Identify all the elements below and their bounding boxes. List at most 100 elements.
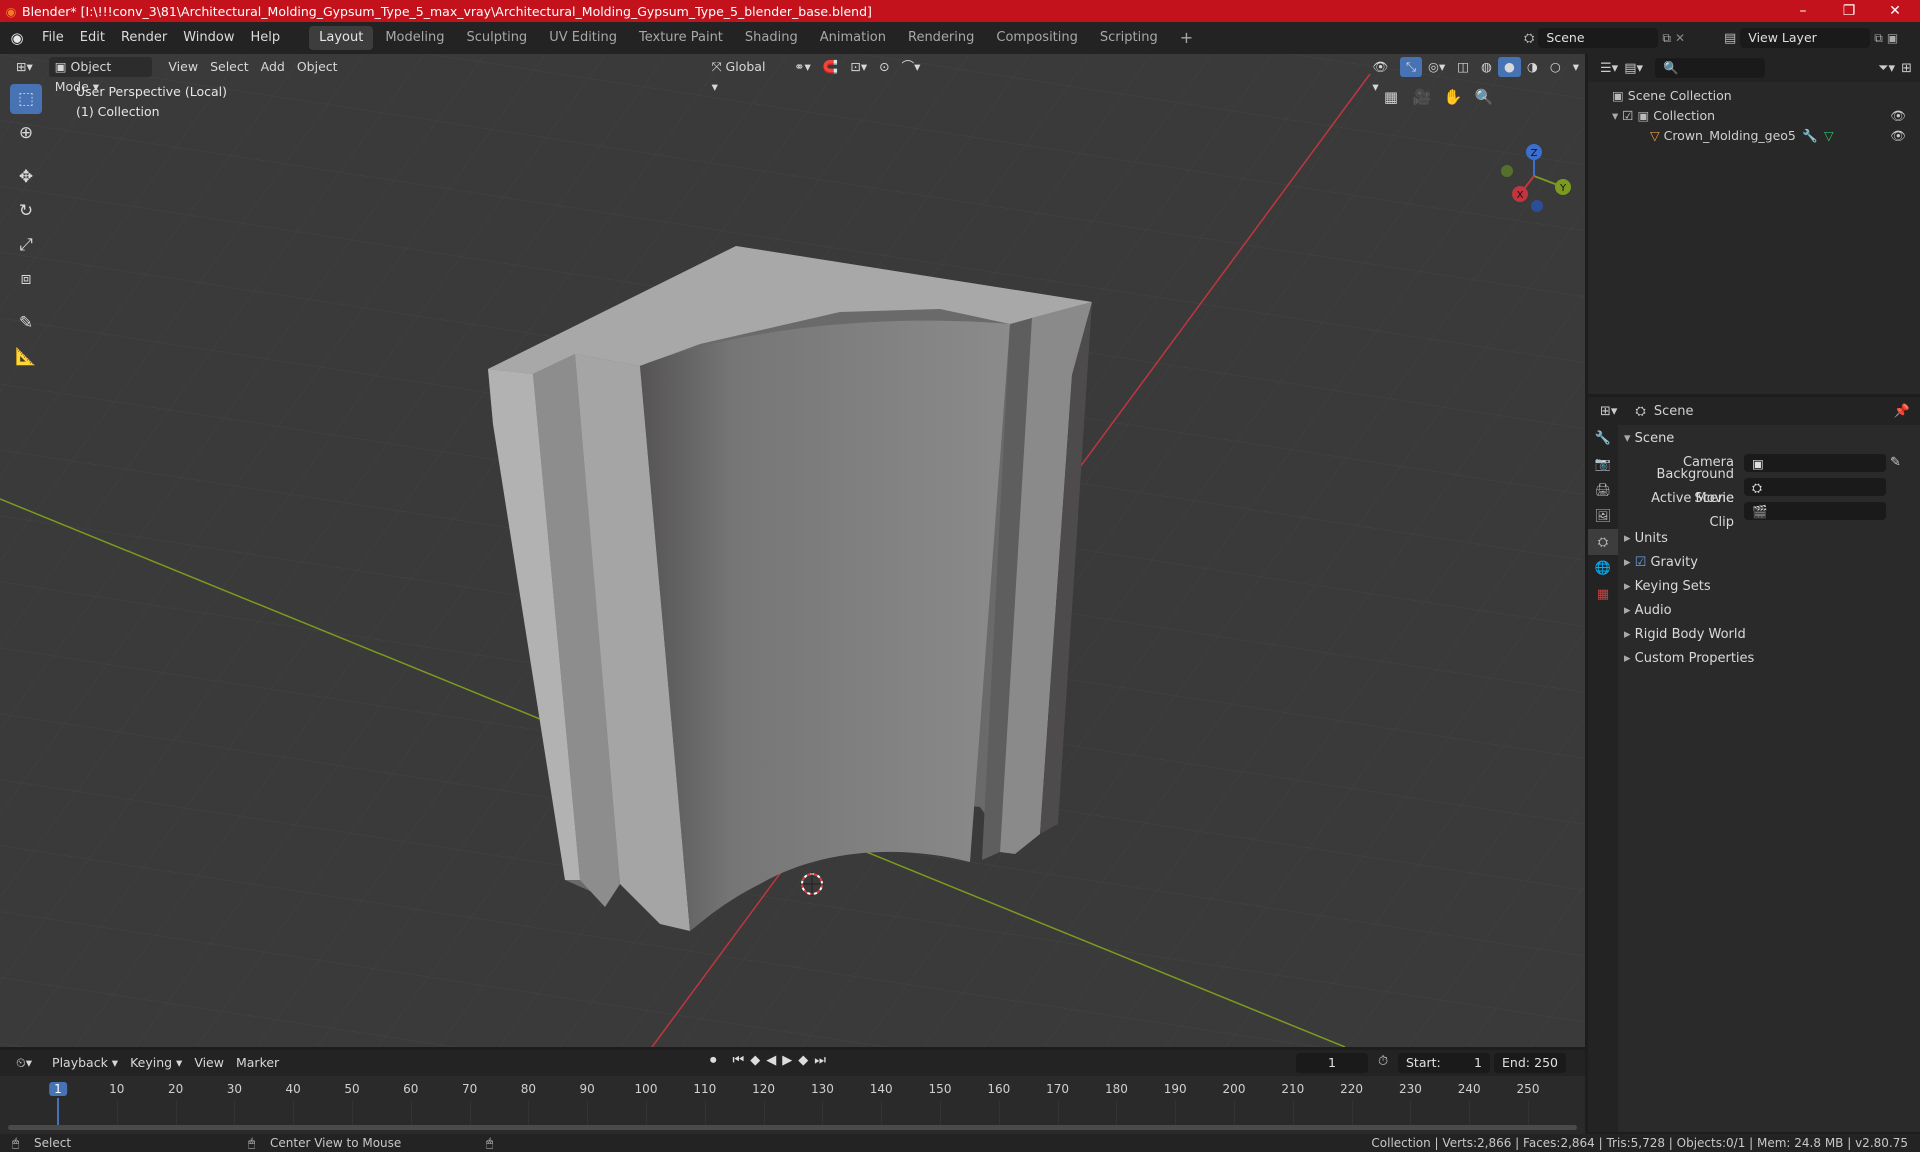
pivot-point-icon[interactable]: ⚭▾: [788, 57, 817, 77]
eyedropper-icon[interactable]: ✎: [1890, 451, 1901, 475]
section-rigid-body-world[interactable]: ▸ Rigid Body World: [1624, 623, 1914, 647]
xray-icon[interactable]: ◫: [1451, 57, 1475, 77]
section-keying-sets[interactable]: ▸ Keying Sets: [1624, 575, 1914, 599]
tool-tab-icon[interactable]: 🔧: [1588, 425, 1618, 451]
gravity-checkbox[interactable]: ☑: [1635, 555, 1651, 570]
menu-view[interactable]: View: [162, 57, 204, 77]
timeline-scrollbar[interactable]: [8, 1125, 1577, 1130]
menu-file[interactable]: File: [34, 22, 72, 54]
background-scene-field[interactable]: ⛭: [1744, 478, 1886, 496]
shading-options-icon[interactable]: ▾: [1567, 57, 1585, 77]
collection-checkbox[interactable]: ☑: [1622, 108, 1637, 123]
view-layer-tab-icon[interactable]: 🖼: [1588, 503, 1618, 529]
delete-scene-icon[interactable]: ✕: [1675, 31, 1685, 45]
record-icon[interactable]: ⏺: [710, 1053, 717, 1068]
transform-tool-icon[interactable]: ⧈: [10, 264, 42, 294]
snap-icon[interactable]: 🧲: [817, 57, 845, 77]
close-button[interactable]: ✕: [1872, 0, 1918, 22]
overlays-icon[interactable]: ◎▾: [1422, 57, 1451, 77]
wireframe-shading-icon[interactable]: ◍: [1475, 57, 1498, 77]
start-frame-field[interactable]: Start: 1: [1398, 1053, 1490, 1073]
current-frame-marker[interactable]: 1: [49, 1082, 67, 1096]
crown-molding-object[interactable]: [488, 246, 1092, 932]
new-view-layer-icon[interactable]: ⧉: [1874, 31, 1883, 46]
visibility-icon[interactable]: 👁▾: [1366, 57, 1400, 94]
section-custom-properties[interactable]: ▸ Custom Properties: [1624, 647, 1914, 671]
blender-menu-icon[interactable]: ◉: [0, 29, 34, 47]
properties-editor-icon[interactable]: ⊞▾: [1600, 404, 1617, 419]
pin-icon[interactable]: 📌: [1894, 404, 1910, 419]
eye-icon[interactable]: 👁: [1890, 126, 1906, 146]
filter-icon[interactable]: ⏷▾: [1878, 61, 1895, 76]
scene-panel-header[interactable]: ▾ Scene: [1624, 427, 1914, 451]
proportional-edit-icon[interactable]: ⊙: [873, 57, 895, 77]
cursor-tool-icon[interactable]: ⊕: [10, 118, 42, 148]
solid-shading-icon[interactable]: ●: [1497, 57, 1521, 77]
end-frame-field[interactable]: End: 250: [1494, 1053, 1566, 1073]
add-workspace-button[interactable]: +: [1170, 26, 1203, 50]
zoom-icon[interactable]: 🔍: [1471, 84, 1497, 110]
play-icon[interactable]: ▶: [782, 1053, 792, 1068]
tab-texture-paint[interactable]: Texture Paint: [629, 26, 733, 50]
minimize-button[interactable]: –: [1780, 0, 1826, 22]
clock-icon[interactable]: ⏱: [1378, 1054, 1388, 1069]
tab-uv-editing[interactable]: UV Editing: [539, 26, 627, 50]
section-audio[interactable]: ▸ Audio: [1624, 599, 1914, 623]
active-clip-field[interactable]: 🎬: [1744, 502, 1886, 520]
tab-animation[interactable]: Animation: [810, 26, 896, 50]
tab-sculpting[interactable]: Sculpting: [456, 26, 537, 50]
timeline-editor-icon[interactable]: ⏲▾: [10, 1053, 38, 1073]
scale-tool-icon[interactable]: ⤢: [10, 230, 42, 260]
timeline-ruler[interactable]: 1 10 20 30 40 50 60 70 80 90 100 110 120 130 140 150 160…: [0, 1076, 1585, 1134]
menu-object[interactable]: Object: [291, 57, 344, 77]
tab-modeling[interactable]: Modeling: [375, 26, 454, 50]
jump-end-icon[interactable]: ⏭: [814, 1053, 826, 1068]
orientation-selector[interactable]: ⤧ Global ▾: [706, 57, 781, 94]
grid-view-icon[interactable]: ▦: [1378, 84, 1404, 110]
menu-add[interactable]: Add: [255, 57, 291, 77]
snap-target-icon[interactable]: ⊡▾: [844, 57, 873, 77]
expand-arrow-icon[interactable]: ▾: [1612, 108, 1622, 123]
display-mode-icon[interactable]: ▤▾: [1624, 61, 1643, 76]
next-keyframe-icon[interactable]: ◆: [798, 1053, 808, 1068]
world-tab-icon[interactable]: 🌐: [1588, 555, 1618, 581]
output-tab-icon[interactable]: 🖨: [1588, 477, 1618, 503]
rendered-shading-icon[interactable]: ○: [1544, 57, 1567, 77]
menu-marker[interactable]: Marker: [230, 1053, 285, 1073]
rotate-tool-icon[interactable]: ↻: [10, 196, 42, 226]
modifier-wrench-icon[interactable]: 🔧: [1802, 126, 1818, 146]
select-box-tool-icon[interactable]: ⬚: [10, 84, 42, 114]
outliner-row-collection[interactable]: ▾ ☑ ▣ Collection 👁: [1588, 106, 1920, 126]
3d-viewport[interactable]: Z Y X User Perspective (Local) (1) Colle…: [0, 54, 1585, 1047]
play-reverse-icon[interactable]: ◀: [766, 1053, 776, 1068]
menu-timeline-view[interactable]: View: [188, 1053, 230, 1073]
mesh-data-icon[interactable]: ▽: [1824, 126, 1834, 146]
new-collection-icon[interactable]: ⊞: [1901, 61, 1912, 76]
texture-tab-icon[interactable]: ▦: [1588, 581, 1618, 607]
section-gravity[interactable]: ▸ ☑ Gravity: [1624, 551, 1914, 575]
camera-view-icon[interactable]: 🎥: [1409, 84, 1435, 110]
menu-select[interactable]: Select: [204, 57, 255, 77]
camera-field[interactable]: ▣: [1744, 454, 1886, 472]
tab-compositing[interactable]: Compositing: [986, 26, 1088, 50]
pan-hand-icon[interactable]: ✋: [1440, 84, 1466, 110]
outliner-row-object[interactable]: ▽ Crown_Molding_geo5 🔧 ▽ 👁: [1588, 126, 1920, 146]
section-units[interactable]: ▸ Units: [1624, 527, 1914, 551]
measure-tool-icon[interactable]: 📐: [10, 342, 42, 372]
view-layer-selector[interactable]: View Layer: [1740, 28, 1871, 48]
tab-rendering[interactable]: Rendering: [898, 26, 984, 50]
menu-window[interactable]: Window: [175, 22, 242, 54]
jump-start-icon[interactable]: ⏮: [733, 1053, 745, 1068]
eye-icon[interactable]: 👁: [1890, 106, 1906, 126]
mode-selector[interactable]: ▣ Object Mode ▾: [48, 57, 153, 94]
maximize-button[interactable]: ❐: [1826, 0, 1872, 22]
tab-scripting[interactable]: Scripting: [1090, 26, 1168, 50]
menu-keying[interactable]: Keying ▾: [124, 1053, 188, 1073]
remove-view-layer-icon[interactable]: ▣: [1887, 31, 1898, 45]
menu-render[interactable]: Render: [113, 22, 175, 54]
gizmo-toggle-icon[interactable]: ⤡: [1400, 57, 1423, 77]
current-frame-field[interactable]: 1: [1296, 1053, 1368, 1073]
menu-playback[interactable]: Playback ▾: [46, 1053, 124, 1073]
outliner-row-scene-collection[interactable]: ▣ Scene Collection: [1588, 86, 1920, 106]
scene-icon[interactable]: ⛭: [1524, 31, 1534, 46]
